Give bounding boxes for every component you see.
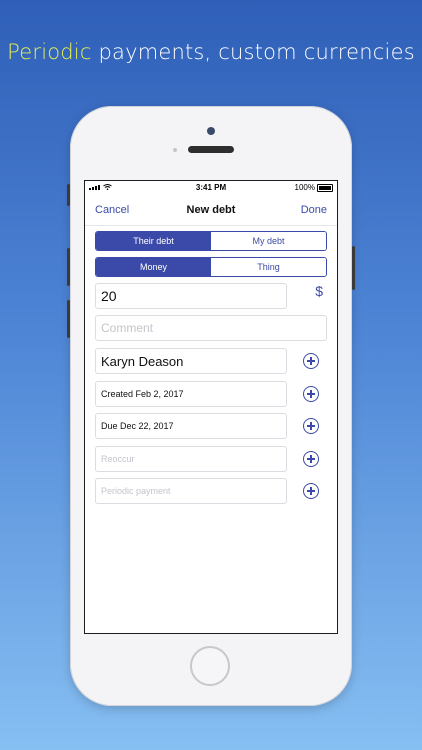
segment-thing[interactable]: Thing (211, 258, 326, 276)
add-reoccur-icon[interactable] (303, 451, 319, 467)
app-screen: 3:41 PM 100% Cancel New debt Done Their … (84, 180, 338, 634)
headline: Periodic payments, custom currencies (0, 40, 422, 64)
headline-highlight: Periodic (7, 40, 92, 64)
front-camera (207, 127, 215, 135)
mute-switch (67, 184, 70, 206)
currency-selector[interactable]: $ (315, 283, 323, 299)
add-person-icon[interactable] (303, 353, 319, 369)
cancel-button[interactable]: Cancel (95, 204, 129, 216)
proximity-sensor (173, 148, 177, 152)
periodic-payment-field[interactable]: Periodic payment (95, 478, 287, 504)
item-type-segmented-control: Money Thing (95, 257, 327, 277)
battery-icon (317, 183, 333, 192)
segment-money[interactable]: Money (96, 258, 211, 276)
reoccur-field[interactable]: Reoccur (95, 446, 287, 472)
phone-frame: 3:41 PM 100% Cancel New debt Done Their … (67, 106, 355, 706)
status-bar: 3:41 PM 100% (85, 181, 337, 195)
segment-their-debt[interactable]: Their debt (96, 232, 211, 250)
navigation-bar: Cancel New debt Done (85, 195, 337, 226)
volume-up-button (67, 248, 70, 286)
volume-down-button (67, 300, 70, 338)
add-periodic-payment-icon[interactable] (303, 483, 319, 499)
comment-field[interactable]: Comment (95, 315, 327, 341)
home-button[interactable] (190, 646, 230, 686)
add-due-date-icon[interactable] (303, 418, 319, 434)
amount-field[interactable]: 20 (95, 283, 287, 309)
power-button (352, 246, 355, 290)
done-button[interactable]: Done (301, 204, 327, 216)
due-date-field[interactable]: Due Dec 22, 2017 (95, 413, 287, 439)
debt-type-segmented-control: Their debt My debt (95, 231, 327, 251)
segment-my-debt[interactable]: My debt (211, 232, 326, 250)
created-date-field[interactable]: Created Feb 2, 2017 (95, 381, 287, 407)
person-field[interactable]: Karyn Deason (95, 348, 287, 374)
headline-rest: payments, custom currencies (91, 40, 415, 64)
battery-indicator: 100% (295, 183, 333, 192)
battery-percent: 100% (294, 183, 315, 192)
earpiece-speaker (188, 146, 234, 153)
add-created-date-icon[interactable] (303, 386, 319, 402)
